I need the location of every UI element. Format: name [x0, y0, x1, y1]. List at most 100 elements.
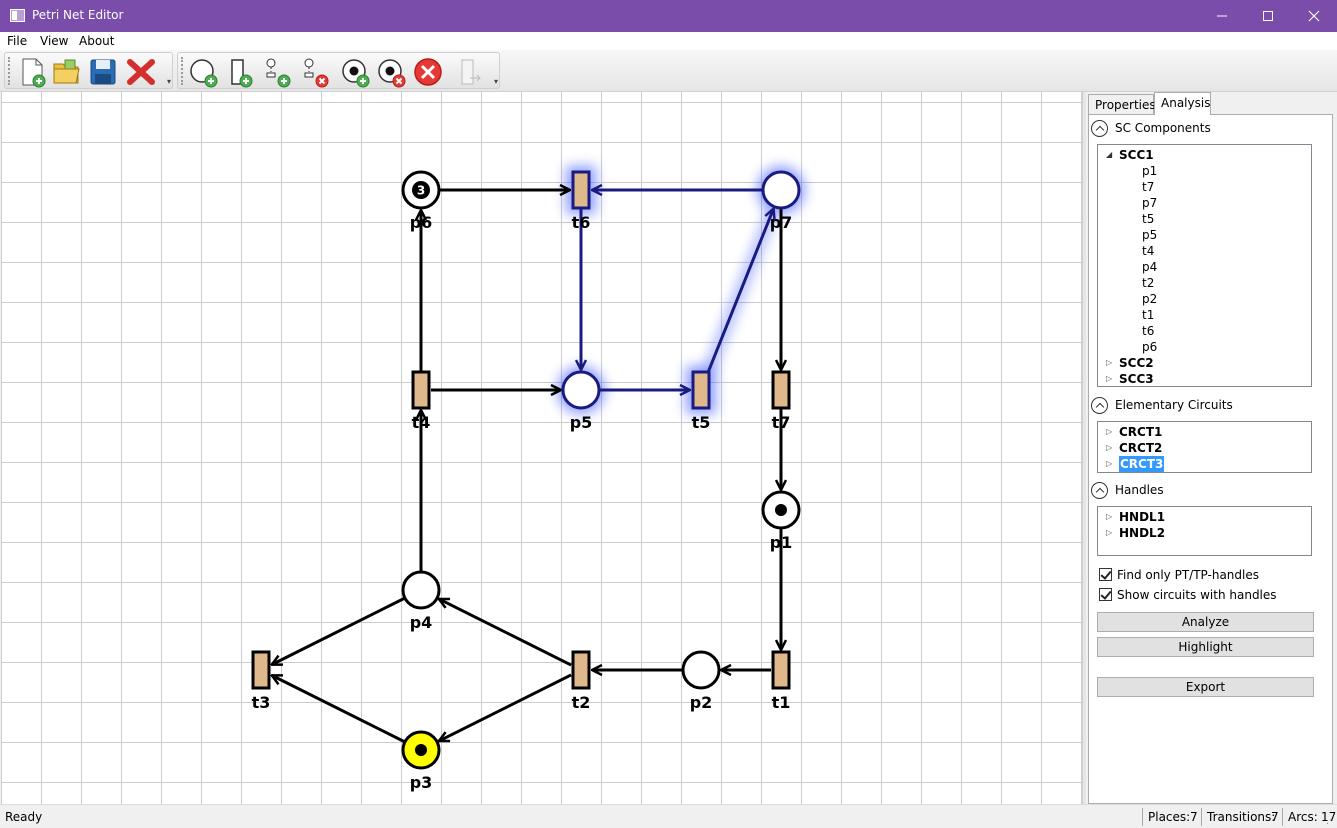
handles-header: Handles: [1115, 483, 1164, 497]
t4-label: t4: [412, 413, 431, 432]
tree-node-label: CRCT1: [1119, 425, 1163, 439]
toolbar-overflow-icon[interactable]: ▾: [494, 77, 498, 86]
add-arc-button[interactable]: [262, 56, 294, 88]
collapsed-triangle-icon[interactable]: ▷: [1106, 525, 1116, 541]
resize-grip-icon[interactable]: ⋰: [1326, 816, 1335, 826]
petri-net-diagram[interactable]: 3 p6 p7 p5 p1 p4 p2 p3 t6 t4 t5 t7 t3 t2 t1: [1, 92, 1082, 804]
t2-label: t2: [572, 693, 591, 712]
close-button[interactable]: [1291, 0, 1337, 32]
transition-t3[interactable]: [251, 650, 271, 690]
collapse-icon[interactable]: [1091, 120, 1108, 137]
arc-p4-t3[interactable]: [272, 597, 405, 666]
tree-leaf-item[interactable]: p6: [1142, 339, 1157, 355]
disabled-run-button[interactable]: [454, 56, 486, 88]
tree-node-label: HNDL1: [1119, 510, 1166, 524]
toolbar-grip[interactable]: [181, 57, 184, 85]
tab-analysis[interactable]: Analysis: [1154, 92, 1211, 115]
tree-leaf-item[interactable]: t7: [1142, 179, 1154, 195]
transition-t2[interactable]: [571, 650, 591, 690]
transition-t5[interactable]: [691, 370, 711, 410]
collapsed-triangle-icon[interactable]: ▷: [1106, 440, 1116, 456]
open-button[interactable]: [51, 56, 83, 88]
new-file-icon: [22, 58, 46, 88]
toolbar-overflow-icon[interactable]: ▾: [167, 77, 171, 86]
place-p5[interactable]: [561, 370, 601, 410]
tree-leaf-item[interactable]: t5: [1142, 211, 1154, 227]
tree-leaf-item[interactable]: t2: [1142, 275, 1154, 291]
maximize-icon: [1263, 11, 1273, 21]
collapsed-triangle-icon[interactable]: ▷: [1106, 371, 1116, 386]
place-p4[interactable]: [401, 570, 441, 610]
status-separator: [1201, 808, 1202, 826]
tree-leaf-item[interactable]: p7: [1142, 195, 1157, 211]
arcs-label: Arcs:: [1288, 810, 1318, 824]
minimize-button[interactable]: [1199, 0, 1245, 32]
add-place-button[interactable]: [188, 56, 220, 88]
minimize-icon: [1217, 15, 1227, 17]
tree-leaf-item[interactable]: p1: [1142, 163, 1157, 179]
place-p7[interactable]: [761, 170, 801, 210]
open-folder-icon: [53, 59, 80, 84]
tree-node-label: CRCT2: [1119, 441, 1163, 455]
find-handles-checkbox[interactable]: [1099, 568, 1112, 581]
transition-t4[interactable]: [411, 370, 431, 410]
transitions-label: Transitions:: [1207, 810, 1276, 824]
transition-t1[interactable]: [771, 650, 791, 690]
p6-label: p6: [410, 213, 433, 232]
menu-about[interactable]: About: [79, 34, 114, 48]
collapse-icon[interactable]: [1091, 482, 1108, 499]
menu-view[interactable]: View: [40, 34, 68, 48]
handles-tree[interactable]: ▷ HNDL1 ▷ HNDL2: [1097, 506, 1312, 556]
elementary-circuits-tree[interactable]: ▷ CRCT1 ▷ CRCT2 ▷ CRCT3: [1097, 421, 1312, 473]
clear-tokens-icon: [414, 58, 442, 86]
disabled-run-icon: [461, 59, 481, 85]
new-net-button[interactable]: [17, 56, 49, 88]
delete-button[interactable]: [125, 56, 157, 88]
remove-token-icon: [378, 59, 406, 88]
toolbar-grip[interactable]: [8, 57, 11, 85]
add-transition-button[interactable]: [224, 56, 256, 88]
maximize-button[interactable]: [1245, 0, 1291, 32]
toolbar-area: ▾ ▾: [0, 50, 1337, 92]
net-canvas[interactable]: 3 p6 p7 p5 p1 p4 p2 p3 t6 t4 t5 t7 t3 t2 t1: [1, 92, 1082, 804]
collapsed-triangle-icon[interactable]: ▷: [1106, 509, 1116, 525]
save-button[interactable]: [87, 56, 119, 88]
sc-components-tree[interactable]: ◢ SCC1 p1 t7 p7 t5 p5 t4 p4 t2 p2 t1 t6 p6 ▷ SCC2 ▷…: [1097, 144, 1312, 387]
elementary-circuits-header: Elementary Circuits: [1115, 398, 1233, 412]
highlight-button[interactable]: Highlight: [1097, 637, 1314, 657]
collapsed-triangle-icon[interactable]: ▷: [1106, 456, 1116, 472]
clear-tokens-button[interactable]: [412, 56, 444, 88]
tree-leaf-item[interactable]: p2: [1142, 291, 1157, 307]
remove-arc-button[interactable]: [300, 56, 332, 88]
transitions-count: 7: [1271, 810, 1279, 824]
transition-t6[interactable]: [571, 170, 591, 210]
collapsed-triangle-icon[interactable]: ▷: [1106, 355, 1116, 371]
tree-leaf-item[interactable]: p4: [1142, 259, 1157, 275]
menu-file[interactable]: File: [7, 34, 27, 48]
p5-label: p5: [570, 413, 593, 432]
export-button[interactable]: Export: [1097, 677, 1314, 697]
collapsed-triangle-icon[interactable]: ▷: [1106, 424, 1116, 440]
transition-t7[interactable]: [771, 370, 791, 410]
add-token-button[interactable]: [340, 56, 372, 88]
arc-p3-t3[interactable]: [272, 674, 405, 743]
tree-leaf-item[interactable]: t4: [1142, 243, 1154, 259]
p7-label: p7: [770, 213, 793, 232]
tree-node-label-selected: CRCT3: [1119, 456, 1165, 472]
tree-leaf-item[interactable]: t1: [1142, 307, 1154, 323]
expanded-triangle-icon[interactable]: ◢: [1106, 147, 1116, 163]
analyze-button[interactable]: Analyze: [1097, 612, 1314, 632]
show-circuits-checkbox[interactable]: [1099, 588, 1112, 601]
tree-leaf-item[interactable]: t6: [1142, 323, 1154, 339]
tab-properties[interactable]: Properties: [1088, 94, 1156, 114]
add-transition-icon: [231, 59, 253, 88]
remove-token-button[interactable]: [376, 56, 408, 88]
arc-t2-p3[interactable]: [439, 673, 572, 743]
arc-t5-p7[interactable]: [707, 209, 774, 372]
tree-leaf-item[interactable]: p5: [1142, 227, 1157, 243]
t1-label: t1: [772, 693, 791, 712]
arc-t2-p4[interactable]: [439, 597, 572, 667]
place-p2[interactable]: [681, 650, 721, 690]
collapse-icon[interactable]: [1091, 397, 1108, 414]
t5-label: t5: [692, 413, 711, 432]
